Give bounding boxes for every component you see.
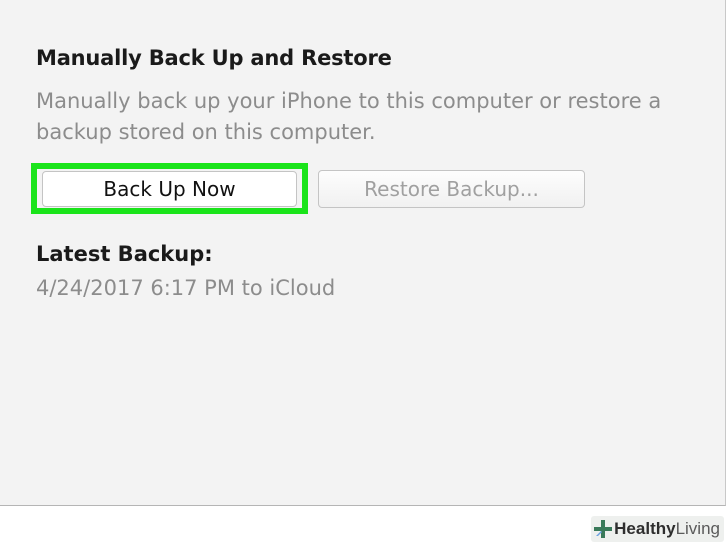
latest-backup-value: 4/24/2017 6:17 PM to iCloud (36, 276, 336, 300)
section-description: Manually back up your iPhone to this com… (36, 89, 662, 144)
watermark-brand-strong: Healthy (614, 519, 676, 538)
latest-backup-label: Latest Backup: (36, 242, 213, 266)
restore-backup-button[interactable]: Restore Backup... (318, 170, 585, 208)
watermark-brand-light: Living (675, 519, 720, 538)
back-up-now-button[interactable]: Back Up Now (42, 171, 297, 207)
backup-panel: Manually Back Up and Restore Manually ba… (0, 0, 726, 506)
section-title: Manually Back Up and Restore (36, 46, 392, 70)
plus-cross-icon (594, 520, 613, 538)
watermark: Healthy Living (591, 516, 724, 542)
